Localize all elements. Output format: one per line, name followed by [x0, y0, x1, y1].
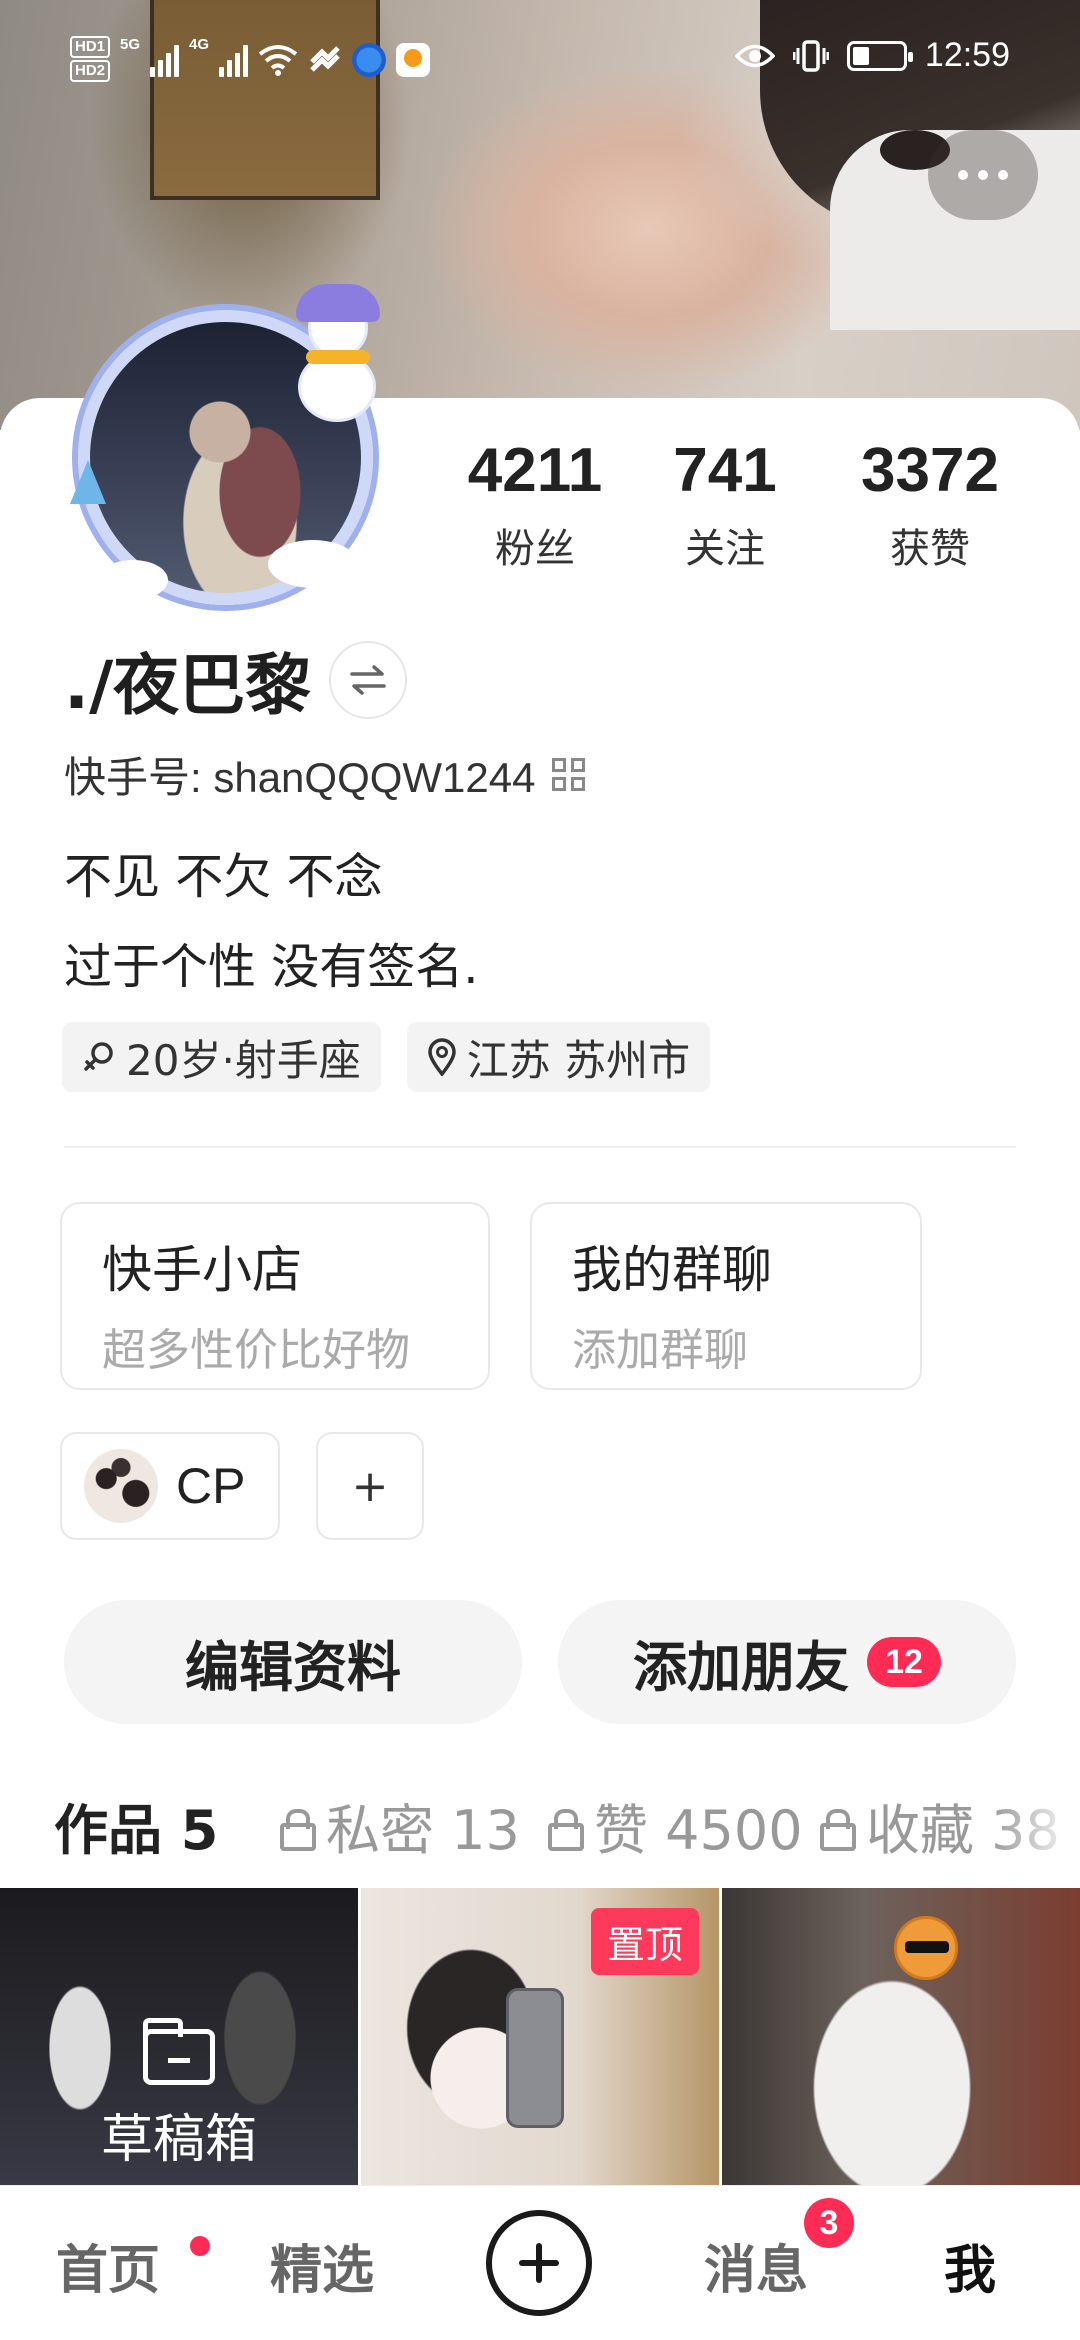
- hd-indicator: HD1 HD2: [70, 36, 111, 84]
- more-dot: [958, 170, 968, 180]
- group-chat-subtitle: 添加群聊: [572, 1325, 748, 1376]
- stat-following-label: 关注: [685, 526, 765, 572]
- tab-likes-label: 赞 4500: [594, 1799, 803, 1862]
- lock-icon: [820, 1808, 856, 1851]
- stat-likes-value: 3372: [861, 436, 999, 505]
- location-pin-icon: [428, 1038, 456, 1076]
- stat-followers-label: 粉丝: [495, 526, 575, 572]
- tab-likes[interactable]: 赞 4500: [548, 1786, 803, 1865]
- cp-avatar: [84, 1449, 158, 1523]
- switch-account-button[interactable]: [329, 641, 408, 719]
- edit-profile-button[interactable]: 编辑资料: [64, 1600, 522, 1724]
- plus-icon: +: [351, 1460, 389, 1512]
- app-notification-icon: [396, 43, 431, 77]
- signal-icon-2: [219, 43, 249, 77]
- works-grid: 草稿箱 置顶: [0, 1888, 1080, 2188]
- bio: 不见 不欠 不念 过于个性 没有签名.: [64, 832, 479, 1012]
- bottom-nav: 首页 精选 消息 3 我: [0, 2185, 1080, 2340]
- group-chat-card[interactable]: 我的群聊 添加群聊: [530, 1202, 922, 1390]
- shop-card[interactable]: 快手小店 超多性价比好物: [60, 1202, 490, 1390]
- snowman-scarf: [306, 350, 370, 364]
- wifi-icon: [258, 45, 298, 76]
- switch-icon: [350, 665, 386, 695]
- avatar-frame-snow: [98, 560, 168, 600]
- drafts-cell[interactable]: 草稿箱: [0, 1888, 358, 2188]
- vibrate-icon: [792, 39, 829, 72]
- more-dot: [998, 170, 1008, 180]
- lock-icon: [280, 1808, 316, 1851]
- more-dot: [978, 170, 988, 180]
- tab-private[interactable]: 私密 13: [280, 1786, 520, 1865]
- pinned-badge: 置顶: [590, 1908, 699, 1975]
- tag-age: 20岁·射手座: [62, 1022, 381, 1092]
- snowman-hat: [296, 284, 380, 322]
- stat-following-value: 741: [673, 436, 777, 505]
- create-button[interactable]: [486, 2210, 592, 2316]
- shop-card-title: 快手小店: [102, 1241, 302, 1299]
- hd2-label: HD2: [70, 60, 111, 82]
- kuaishou-id: 快手号: shanQQQW1244: [64, 754, 536, 801]
- group-chat-title: 我的群聊: [572, 1241, 772, 1299]
- name-row: ./夜巴黎: [64, 632, 408, 728]
- nav-me[interactable]: 我: [944, 2228, 996, 2303]
- stat-following[interactable]: 741 关注: [660, 440, 790, 574]
- tag-location: 江苏 苏州市: [406, 1022, 711, 1092]
- add-friend-label: 添加朋友: [633, 1635, 849, 1699]
- profile-tags: 20岁·射手座 江苏 苏州市: [62, 1022, 711, 1092]
- lock-icon: [548, 1808, 584, 1851]
- stat-followers[interactable]: 4211 粉丝: [460, 440, 610, 574]
- more-options-button[interactable]: [928, 130, 1038, 220]
- drafts-label: 草稿箱: [100, 2110, 257, 2170]
- bio-line-1: 不见 不欠 不念: [64, 849, 383, 905]
- avatar-frame-snow: [268, 540, 358, 588]
- tag-location-text: 江苏 苏州市: [466, 1035, 691, 1085]
- content-tabs: 作品 5 私密 13 赞 4500 收藏 38: [0, 1770, 1080, 1890]
- folder-icon: [143, 2018, 215, 2085]
- cp-label: CP: [176, 1458, 246, 1514]
- tab-works-label: 作品 5: [54, 1799, 219, 1862]
- stat-likes-label: 获赞: [890, 526, 970, 572]
- tabs-fade: [990, 1770, 1080, 1890]
- avatar-frame-tree: [70, 460, 106, 504]
- edit-profile-label: 编辑资料: [185, 1635, 401, 1699]
- kuaishou-id-row[interactable]: 快手号: shanQQQW1244: [64, 744, 585, 805]
- stat-followers-value: 4211: [467, 436, 603, 505]
- sunglasses-sticker-icon: [894, 1916, 958, 1980]
- status-bar: HD1 HD2 5G 4G 12:59: [0, 0, 1080, 120]
- tab-works[interactable]: 作品 5: [54, 1786, 218, 1865]
- avatar[interactable]: [68, 284, 388, 610]
- gender-female-icon: [84, 1042, 113, 1071]
- hd1-label: HD1: [70, 36, 111, 58]
- tag-age-text: 20岁·射手座: [126, 1035, 361, 1085]
- qr-code-icon[interactable]: [551, 758, 585, 791]
- add-relation-button[interactable]: +: [316, 1432, 424, 1540]
- add-friend-button[interactable]: 添加朋友 12: [558, 1600, 1016, 1724]
- nav-home[interactable]: 首页: [56, 2228, 160, 2303]
- nav-featured[interactable]: 精选: [270, 2228, 374, 2303]
- battery-icon: [846, 40, 913, 71]
- browser-app-icon: [352, 43, 387, 77]
- eye-icon: [734, 44, 775, 67]
- cp-button[interactable]: CP: [60, 1432, 280, 1540]
- link-icon: [310, 46, 340, 72]
- network-4g-label: 4G: [189, 36, 210, 53]
- phone-shape: [506, 1988, 564, 2128]
- divider: [64, 1146, 1016, 1148]
- clock-time: 12:59: [924, 36, 1010, 74]
- add-friend-badge: 12: [867, 1637, 941, 1687]
- tab-private-label: 私密 13: [326, 1799, 520, 1862]
- stat-likes[interactable]: 3372 获赞: [850, 440, 1010, 574]
- signal-icon: [150, 43, 180, 77]
- network-5g-label: 5G: [120, 36, 141, 53]
- bio-line-2: 过于个性 没有签名.: [64, 939, 479, 995]
- video-thumbnail[interactable]: [722, 1888, 1080, 2188]
- messages-badge: 3: [804, 2198, 854, 2248]
- profile-name: ./夜巴黎: [64, 647, 312, 724]
- drafts-overlay: 草稿箱: [0, 2018, 358, 2172]
- home-notification-dot: [190, 2236, 210, 2256]
- video-thumbnail[interactable]: 置顶: [361, 1888, 719, 2188]
- shop-card-subtitle: 超多性价比好物: [102, 1325, 410, 1376]
- nav-messages[interactable]: 消息: [704, 2228, 808, 2303]
